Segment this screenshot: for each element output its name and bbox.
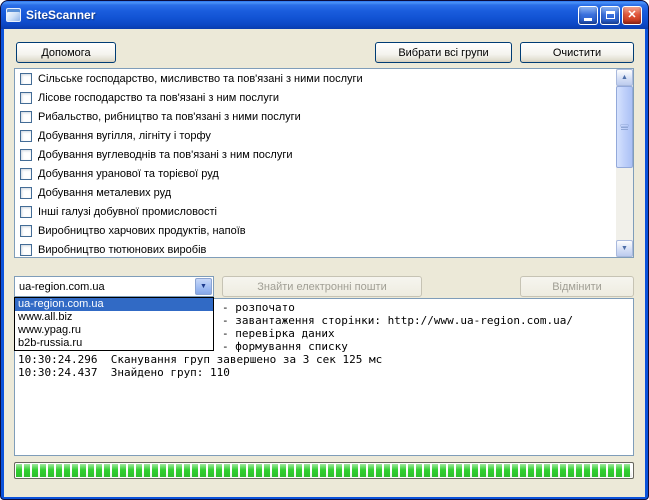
- app-window: SiteScanner ✕ Допомога Вибрати всі групи…: [0, 0, 649, 500]
- group-label: Добування вуглеводнів та пов'язані з ним…: [38, 148, 293, 161]
- group-label: Виробництво харчових продуктів, напоїв: [38, 224, 246, 237]
- group-row[interactable]: Рибальство, рибництво та пов'язані з ним…: [15, 107, 616, 126]
- group-row[interactable]: Виробництво тютюнових виробів: [15, 240, 616, 257]
- scroll-up-icon: ▲: [621, 74, 628, 81]
- group-label: Лісове господарство та пов'язані з ним п…: [38, 91, 279, 104]
- group-label: Інші галузі добувної промисловості: [38, 205, 217, 218]
- chevron-down-icon: ▼: [200, 283, 207, 290]
- scrollbar-thumb[interactable]: [616, 86, 633, 168]
- close-icon: ✕: [627, 8, 637, 21]
- group-checkbox[interactable]: [20, 186, 32, 199]
- group-row[interactable]: Виробництво харчових продуктів, напоїв: [15, 221, 616, 240]
- close-button[interactable]: ✕: [622, 5, 642, 25]
- group-label: Виробництво тютюнових виробів: [38, 243, 207, 256]
- maximize-button[interactable]: [600, 5, 620, 25]
- group-checkbox[interactable]: [20, 110, 32, 123]
- group-label: Добування уранової та торієвої руд: [38, 167, 219, 180]
- group-checkbox[interactable]: [20, 167, 32, 180]
- log-line: 10:30:24.437 Знайдено груп: 110: [18, 366, 230, 379]
- group-row[interactable]: Добування вуглеводнів та пов'язані з ним…: [15, 145, 616, 164]
- window-controls: ✕: [578, 5, 642, 25]
- cancel-button[interactable]: Відмінити: [520, 276, 634, 297]
- scrollbar-grip-icon: [621, 125, 628, 126]
- group-checkbox[interactable]: [20, 72, 32, 85]
- site-combobox[interactable]: ua-region.com.ua ▼: [14, 276, 214, 297]
- find-emails-button[interactable]: Знайти електронні пошти: [222, 276, 422, 297]
- log-line: 10:30:24.296 Сканування груп завершено з…: [18, 353, 383, 366]
- combo-dropdown-button[interactable]: ▼: [195, 278, 212, 295]
- group-row[interactable]: Добування вугілля, лігніту і торфу: [15, 126, 616, 145]
- site-option[interactable]: b2b-russia.ru: [15, 337, 213, 350]
- progress-fill: [16, 464, 632, 477]
- group-label: Рибальство, рибництво та пов'язані з ним…: [38, 110, 301, 123]
- group-checkbox[interactable]: [20, 129, 32, 142]
- group-row[interactable]: Лісове господарство та пов'язані з ним п…: [15, 88, 616, 107]
- site-option[interactable]: ua-region.com.ua: [15, 298, 213, 311]
- group-row[interactable]: Інші галузі добувної промисловості: [15, 202, 616, 221]
- group-row[interactable]: Сільське господарство, мисливство та пов…: [15, 69, 616, 88]
- group-label: Сільське господарство, мисливство та пов…: [38, 72, 363, 85]
- group-checkbox[interactable]: [20, 224, 32, 237]
- scroll-up-button[interactable]: ▲: [616, 69, 633, 86]
- minimize-button[interactable]: [578, 5, 598, 25]
- progress-bar: [14, 462, 634, 479]
- group-checkbox[interactable]: [20, 148, 32, 161]
- scroll-down-button[interactable]: ▼: [616, 240, 633, 257]
- select-all-groups-button[interactable]: Вибрати всі групи: [375, 42, 512, 63]
- group-checkbox[interactable]: [20, 91, 32, 104]
- site-option[interactable]: www.ypag.ru: [15, 324, 213, 337]
- groups-checklist: Сільське господарство, мисливство та пов…: [14, 68, 634, 258]
- group-checkbox[interactable]: [20, 205, 32, 218]
- group-row[interactable]: Добування металевих руд: [15, 183, 616, 202]
- group-label: Добування металевих руд: [38, 186, 172, 199]
- titlebar[interactable]: SiteScanner ✕: [1, 1, 648, 29]
- app-icon: [6, 8, 21, 22]
- groups-rows: Сільське господарство, мисливство та пов…: [15, 69, 616, 257]
- maximize-icon: [605, 11, 615, 19]
- group-label: Добування вугілля, лігніту і торфу: [38, 129, 211, 142]
- group-row[interactable]: Добування уранової та торієвої руд: [15, 164, 616, 183]
- site-combobox-value: ua-region.com.ua: [19, 280, 105, 293]
- group-checkbox[interactable]: [20, 243, 32, 256]
- site-option[interactable]: www.all.biz: [15, 311, 213, 324]
- minimize-icon: [584, 18, 592, 21]
- help-button[interactable]: Допомога: [16, 42, 116, 63]
- site-dropdown-list: ua-region.com.ua www.all.biz www.ypag.ru b2…: [14, 297, 214, 351]
- groups-scrollbar[interactable]: ▲ ▼: [616, 69, 633, 257]
- client-area: Допомога Вибрати всі групи Очистити Сіль…: [4, 29, 645, 497]
- clear-button[interactable]: Очистити: [520, 42, 634, 63]
- window-title: SiteScanner: [26, 8, 96, 22]
- scroll-down-icon: ▼: [621, 245, 628, 252]
